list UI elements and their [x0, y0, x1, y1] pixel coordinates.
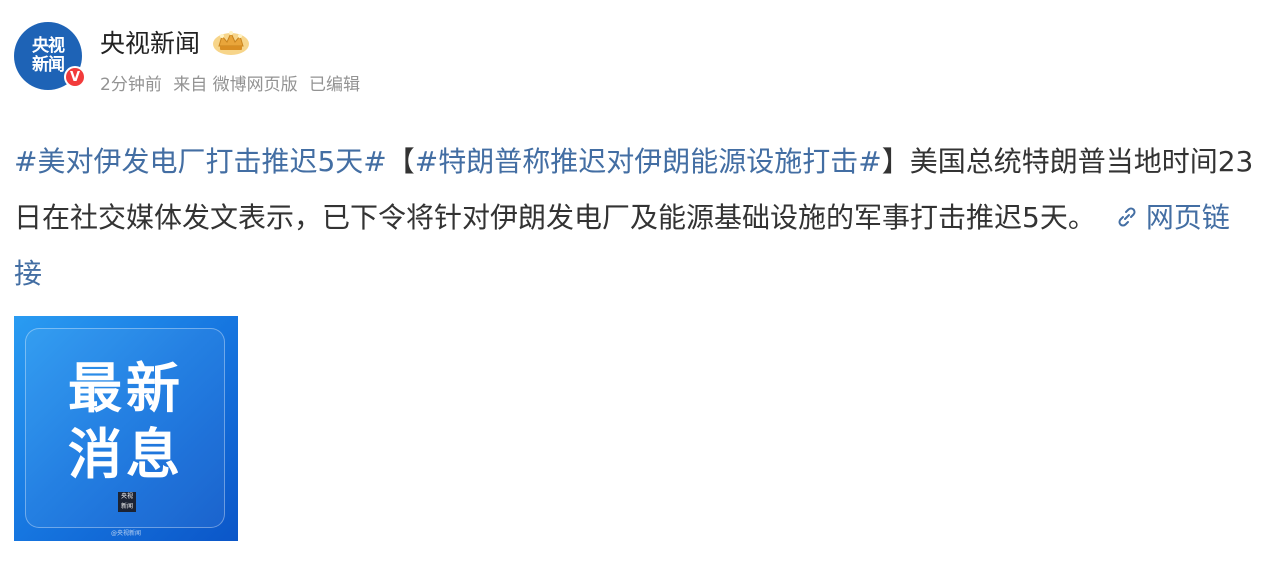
hashtag-link[interactable]: #特朗普称推迟对伊朗能源设施打击#	[415, 145, 882, 178]
crown-badge-icon[interactable]	[210, 26, 252, 58]
link-icon	[1114, 193, 1140, 227]
hashtag-link[interactable]: #美对伊发电厂打击推迟5天#	[14, 145, 387, 178]
image-logo: 央视 新闻	[118, 492, 136, 512]
post-header: 央视 新闻 V 央视新闻 2分钟前 来自 微博网页版 已编辑	[14, 18, 714, 98]
post-content: #美对伊发电厂打击推迟5天#【#特朗普称推迟对伊朗能源设施打击#】美国总统特朗普…	[14, 134, 1254, 302]
image-title: 最新 消息	[68, 357, 184, 486]
post-time[interactable]: 2分钟前	[100, 75, 162, 95]
avatar[interactable]: 央视 新闻 V	[14, 22, 86, 90]
bracket-open: 【	[386, 145, 415, 178]
post-source: 来自 微博网页版	[173, 75, 298, 95]
bracket-close: 】	[881, 145, 910, 178]
post-image[interactable]: 最新 消息 央视 新闻 @央视新闻	[14, 316, 238, 541]
edited-label[interactable]: 已编辑	[309, 75, 360, 95]
verified-badge-icon: V	[64, 66, 86, 88]
username[interactable]: 央视新闻	[100, 24, 200, 60]
post-meta: 2分钟前 来自 微博网页版 已编辑	[100, 70, 366, 95]
image-footer: @央视新闻	[110, 530, 141, 537]
avatar-text: 央视 新闻	[32, 36, 65, 75]
name-row: 央视新闻	[100, 24, 252, 60]
